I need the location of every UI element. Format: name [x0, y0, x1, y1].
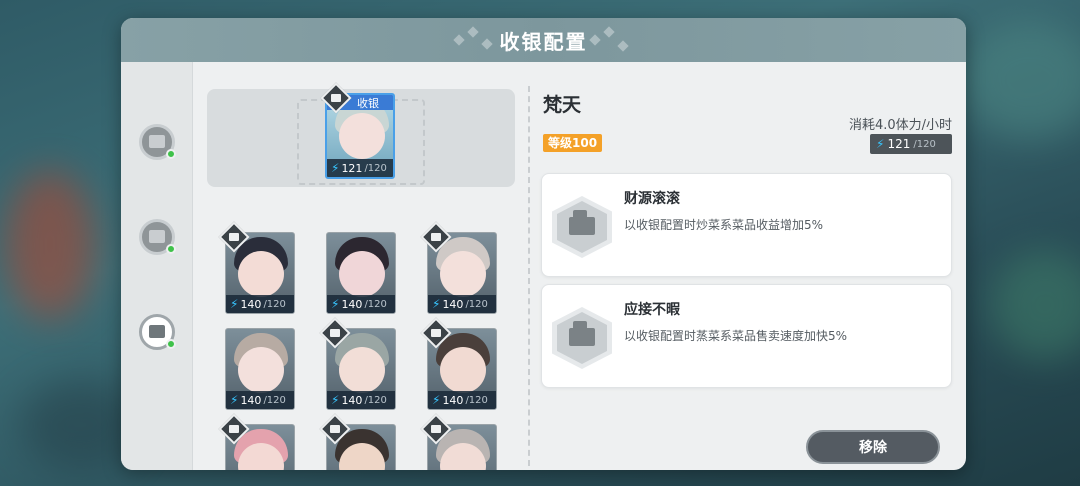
bolt-icon: ⚡	[432, 393, 441, 407]
character-face	[440, 347, 486, 393]
bolt-icon: ⚡	[876, 137, 885, 151]
character-card[interactable]: ⚡ 140/120	[326, 232, 396, 314]
cash-register-icon	[552, 196, 612, 258]
energy-max: /120	[364, 394, 387, 406]
cashier-config-dialog: 收银配置 收银 ⚡ 121 /120 ⚡ 140 /120 ⚡ 140 /120…	[121, 18, 966, 470]
status-dot	[166, 244, 176, 254]
energy-value: 140	[442, 393, 464, 407]
header-decor	[561, 24, 641, 56]
character-face	[440, 251, 486, 297]
sidebar-tab-cashier[interactable]	[139, 314, 176, 350]
background-decor	[990, 250, 1080, 360]
cash-register-icon	[552, 307, 612, 369]
bolt-icon: ⚡	[230, 393, 239, 407]
energy-max: /120	[465, 298, 488, 310]
bolt-icon: ⚡	[432, 297, 441, 311]
background-decor	[960, 20, 1080, 140]
bolt-icon: ⚡	[331, 393, 340, 407]
status-dot	[166, 149, 176, 159]
sidebar-tab-1[interactable]	[139, 124, 176, 160]
character-face	[339, 347, 385, 393]
character-name: 梵天	[543, 94, 582, 116]
energy-max: /120	[465, 394, 488, 406]
energy-bar: ⚡ 140/120	[226, 295, 294, 313]
assigned-slot[interactable]: 收银 ⚡ 121 /120	[207, 82, 515, 187]
station-icon	[149, 135, 165, 148]
energy-max: /120	[913, 138, 936, 150]
stamina-cost: 消耗4.0体力/小时	[848, 118, 952, 133]
sidebar	[121, 62, 193, 470]
skill-description: 以收银配置时蒸菜系菜品售卖速度加快5%	[624, 329, 848, 343]
energy-pill: ⚡ 121 /120	[870, 134, 952, 154]
station-icon	[149, 230, 165, 243]
character-card[interactable]: ⚡ 140/120	[225, 328, 295, 410]
character-face	[238, 347, 284, 393]
skill-card: 财源滚滚 以收银配置时炒菜系菜品收益增加5%	[541, 173, 952, 277]
skill-card: 应接不暇 以收银配置时蒸菜系菜品售卖速度加快5%	[541, 284, 952, 388]
header-decor	[451, 24, 531, 56]
character-face	[339, 251, 385, 297]
energy-bar: ⚡ 121 /120	[327, 159, 393, 177]
energy-value: 140	[341, 393, 363, 407]
cash-register-icon	[149, 325, 165, 338]
remove-button[interactable]: 移除	[806, 430, 940, 464]
energy-value: 140	[240, 297, 262, 311]
skill-title: 财源滚滚	[624, 191, 680, 207]
energy-value: 121	[341, 161, 363, 175]
skill-description: 以收银配置时炒菜系菜品收益增加5%	[624, 218, 824, 232]
energy-bar: ⚡ 140/120	[226, 391, 294, 409]
character-face	[339, 113, 385, 159]
energy-max: /120	[364, 298, 387, 310]
level-badge: 等级100	[543, 134, 603, 152]
skill-title: 应接不暇	[624, 302, 680, 318]
energy-bar: ⚡ 140/120	[327, 295, 395, 313]
character-face	[238, 251, 284, 297]
dialog-header: 收银配置	[121, 18, 966, 62]
character-roster: 收银 ⚡ 121 /120 ⚡ 140/120 ⚡ 140/120 ⚡ 140/120 ⚡ 1…	[193, 62, 528, 470]
energy-bar: ⚡ 140/120	[428, 295, 496, 313]
energy-value: 140	[341, 297, 363, 311]
bolt-icon: ⚡	[331, 161, 340, 175]
bolt-icon: ⚡	[230, 297, 239, 311]
energy-value: 140	[240, 393, 262, 407]
energy-max: /120	[364, 162, 387, 174]
sidebar-tab-2[interactable]	[139, 219, 176, 255]
energy-value: 140	[442, 297, 464, 311]
energy-max: /120	[263, 394, 286, 406]
energy-max: /120	[263, 298, 286, 310]
divider	[528, 86, 530, 466]
energy-bar: ⚡ 140/120	[428, 391, 496, 409]
bolt-icon: ⚡	[331, 297, 340, 311]
energy-value: 121	[887, 137, 911, 151]
status-dot	[166, 339, 176, 349]
character-detail: 梵天 等级100 消耗4.0体力/小时 ⚡ 121 /120 财源滚滚 以收银配…	[541, 62, 966, 470]
energy-bar: ⚡ 140/120	[327, 391, 395, 409]
background-decor	[5, 170, 95, 320]
